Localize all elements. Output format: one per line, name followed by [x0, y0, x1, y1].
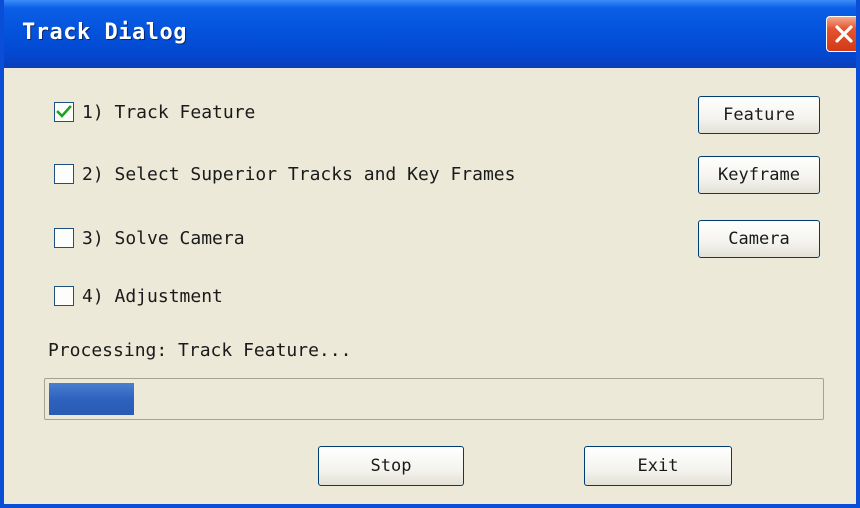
close-icon: [835, 25, 853, 43]
progress-bar-fill: [49, 383, 134, 415]
step-2-label: 2) Select Superior Tracks and Key Frames: [82, 163, 516, 185]
window-title: Track Dialog: [22, 20, 187, 45]
dialog-body: 1) Track Feature 2) Select Superior Trac…: [4, 68, 856, 504]
close-button[interactable]: [826, 16, 856, 52]
keyframe-button[interactable]: Keyframe: [698, 156, 820, 194]
step-3-label: 3) Solve Camera: [82, 227, 245, 249]
step-select-tracks[interactable]: 2) Select Superior Tracks and Key Frames: [54, 162, 515, 186]
stop-button[interactable]: Stop: [318, 446, 464, 486]
feature-button[interactable]: Feature: [698, 96, 820, 134]
step-track-feature[interactable]: 1) Track Feature: [54, 100, 255, 124]
step-4-label: 4) Adjustment: [82, 285, 223, 307]
step-4-checkbox[interactable]: [54, 286, 74, 306]
checkmark-icon: [56, 105, 72, 118]
track-dialog-window: Track Dialog 1) Track Feature 2) Select …: [0, 0, 860, 508]
title-bar[interactable]: Track Dialog: [4, 0, 856, 68]
camera-button[interactable]: Camera: [698, 220, 820, 258]
exit-button[interactable]: Exit: [584, 446, 732, 486]
progress-bar: [44, 378, 824, 420]
step-solve-camera[interactable]: 3) Solve Camera: [54, 226, 245, 250]
step-2-checkbox[interactable]: [54, 164, 74, 184]
step-adjustment[interactable]: 4) Adjustment: [54, 284, 223, 308]
step-3-checkbox[interactable]: [54, 228, 74, 248]
step-1-checkbox[interactable]: [54, 102, 74, 122]
processing-status: Processing: Track Feature...: [48, 340, 352, 361]
step-1-label: 1) Track Feature: [82, 101, 256, 123]
